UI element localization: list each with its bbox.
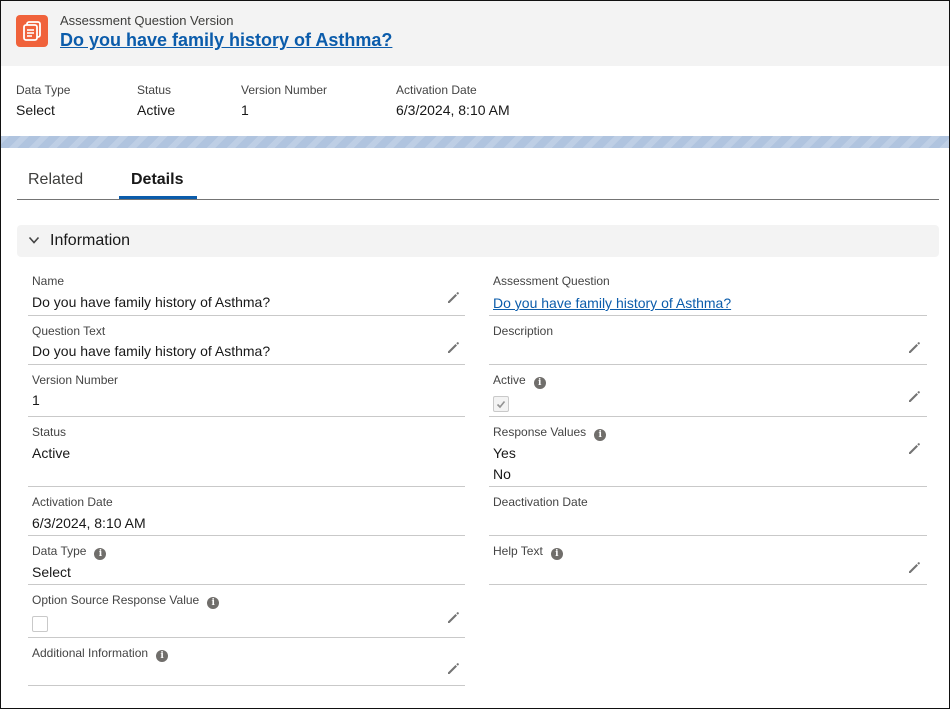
edit-pencil-icon[interactable] [907,390,921,404]
field-value: Select [32,564,71,580]
field-activation-date: Activation Date 6/3/2024, 8:10 AM [28,488,465,536]
highlight-value: 6/3/2024, 8:10 AM [396,102,510,118]
object-type-label: Assessment Question Version [60,13,234,28]
edit-pencil-icon[interactable] [446,662,460,676]
record-title-link[interactable]: Do you have family history of Asthma? [60,30,392,51]
response-value-item: No [493,466,511,482]
field-response-values: Response Values i Yes No [489,418,927,487]
edit-pencil-icon[interactable] [446,291,460,305]
response-value-item: Yes [493,445,516,461]
field-label: Description [493,324,554,338]
edit-pencil-icon[interactable] [907,561,921,575]
tab-bar: Related Details [17,164,939,200]
field-value: Do you have family history of Asthma? [32,343,271,359]
field-label: Help Text [493,544,543,558]
field-label: Response Values [493,425,587,439]
section-information-toggle[interactable]: Information [17,225,939,257]
field-question-text: Question Text Do you have family history… [28,317,465,365]
assessment-question-link[interactable]: Do you have family history of Asthma? [493,295,731,311]
field-label: Activation Date [32,495,113,509]
field-help-text: Help Text i [489,537,927,585]
field-label: Assessment Question [493,274,610,288]
record-header: Assessment Question Version Do you have … [1,1,949,66]
field-label-wrap: Help Text i [493,544,563,560]
field-label: Active [493,373,526,387]
info-icon[interactable]: i [594,429,607,441]
field-value: 6/3/2024, 8:10 AM [32,515,146,531]
field-label-wrap: Active i [493,373,546,389]
field-assessment-question: Assessment Question Do you have family h… [489,267,927,316]
highlight-status: Status Active [137,83,175,118]
field-label: Data Type [32,544,87,558]
active-checkbox [493,396,509,412]
field-value: Active [32,445,71,461]
field-label: Option Source Response Value [32,593,200,607]
tab-related[interactable]: Related [28,171,83,189]
info-icon[interactable]: i [533,377,546,389]
chevron-down-icon [28,236,40,244]
field-additional-information: Additional Information i [28,639,465,686]
field-label-wrap: Option Source Response Value i [32,593,220,609]
field-deactivation-date: Deactivation Date [489,488,927,536]
field-label: Question Text [32,324,106,338]
field-label: Additional Information [32,646,149,660]
highlights-panel: Data Type Select Status Active Version N… [1,66,949,136]
highlight-data-type: Data Type Select [16,83,70,118]
info-icon[interactable]: i [550,548,563,560]
field-name: Name Do you have family history of Asthm… [28,267,465,316]
info-icon[interactable]: i [156,650,169,662]
edit-pencil-icon[interactable] [446,341,460,355]
decorative-band [1,136,949,148]
highlight-version-number: Version Number 1 [241,83,327,118]
highlight-value: 1 [241,102,249,118]
highlight-label: Version Number [241,83,328,97]
field-label: Status [32,425,67,439]
highlight-activation-date: Activation Date 6/3/2024, 8:10 AM [396,83,510,118]
section-title: Information [50,232,131,249]
edit-pencil-icon[interactable] [446,611,460,625]
highlight-label: Data Type [16,83,71,97]
highlight-value: Active [137,102,176,118]
field-version-number: Version Number 1 [28,366,465,417]
highlight-label: Status [137,83,172,97]
field-active: Active i [489,366,927,417]
field-value: 1 [32,392,40,408]
highlight-value: Select [16,102,55,118]
field-description: Description [489,317,927,365]
field-label-wrap: Additional Information i [32,646,169,662]
record-document-icon [16,15,48,47]
field-label-wrap: Response Values i [493,425,607,441]
record-page: Assessment Question Version Do you have … [0,0,950,709]
edit-pencil-icon[interactable] [907,442,921,456]
highlight-label: Activation Date [396,83,477,97]
field-status: Status Active [28,418,465,487]
edit-pencil-icon[interactable] [907,341,921,355]
field-label-wrap: Data Type i [32,544,107,560]
info-icon[interactable]: i [94,548,107,560]
field-value: Do you have family history of Asthma? [32,294,271,310]
field-label: Version Number [32,373,119,387]
tab-details[interactable]: Details [131,171,183,189]
field-data-type: Data Type i Select [28,537,465,585]
option-source-checkbox [32,616,48,632]
field-option-source-response-value: Option Source Response Value i [28,586,465,638]
info-icon[interactable]: i [207,597,220,609]
field-label: Name [32,274,65,288]
active-tab-indicator [119,196,197,199]
checkmark-icon [496,400,506,409]
field-label: Deactivation Date [493,495,588,509]
